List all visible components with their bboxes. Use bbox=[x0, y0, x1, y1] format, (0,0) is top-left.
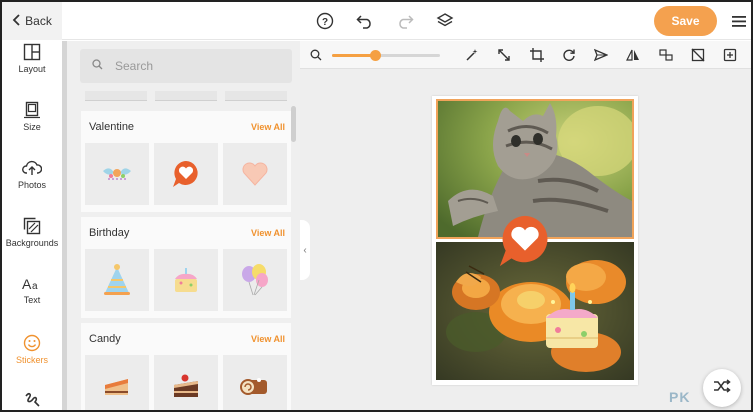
help-icon[interactable]: ? bbox=[312, 8, 338, 34]
sticker-panel: Valentine View All Birthday View All bbox=[62, 41, 300, 410]
rail-item-layout[interactable]: Layout bbox=[2, 43, 62, 74]
view-all-link[interactable]: View All bbox=[251, 228, 285, 238]
shuffle-icon bbox=[713, 378, 731, 399]
text-icon: Aa bbox=[22, 276, 42, 292]
candy-wings-sticker[interactable] bbox=[85, 143, 149, 205]
chocolate-cake-sticker[interactable] bbox=[154, 355, 218, 410]
search-input[interactable] bbox=[115, 59, 265, 73]
sticker-section-valentine: Valentine View All bbox=[81, 111, 291, 212]
placed-heart-sticker[interactable] bbox=[496, 212, 554, 275]
sticker-section-birthday: Birthday View All bbox=[81, 217, 291, 318]
back-label: Back bbox=[25, 14, 52, 28]
section-title: Birthday bbox=[89, 227, 130, 239]
rail-label: Text bbox=[23, 295, 41, 305]
top-bar: Back ? Save bbox=[2, 2, 751, 40]
panel-collapse-handle[interactable]: ‹ bbox=[300, 220, 310, 280]
cupcake-sticker[interactable] bbox=[154, 249, 218, 311]
layout-icon bbox=[23, 43, 41, 61]
zoom-icon bbox=[310, 48, 322, 66]
chevron-left-icon bbox=[12, 14, 21, 28]
watermark-logo: PK bbox=[669, 389, 691, 405]
photo-collage[interactable] bbox=[432, 96, 638, 385]
balloons-sticker[interactable] bbox=[223, 249, 287, 311]
swap-icon[interactable] bbox=[657, 46, 675, 64]
image-toolbar bbox=[300, 41, 751, 69]
party-hat-sticker[interactable] bbox=[85, 249, 149, 311]
svg-text:?: ? bbox=[322, 17, 328, 28]
save-button[interactable]: Save bbox=[654, 6, 717, 36]
view-all-link[interactable]: View All bbox=[251, 334, 285, 344]
history-controls: ? bbox=[312, 8, 458, 34]
send-icon[interactable] bbox=[592, 46, 610, 64]
menu-icon[interactable] bbox=[730, 11, 748, 31]
zoom-slider-handle[interactable] bbox=[370, 50, 382, 61]
backgrounds-icon bbox=[23, 217, 41, 235]
app-window: Back ? Save Layout Size Photos Backgroun… bbox=[0, 0, 753, 412]
panel-scrollbar[interactable] bbox=[291, 106, 296, 142]
size-icon bbox=[23, 101, 41, 119]
rail-item-draw[interactable] bbox=[2, 391, 62, 409]
upload-icon bbox=[22, 159, 42, 177]
heart-bubble-sticker[interactable] bbox=[154, 143, 218, 205]
rail-item-text[interactable]: Aa Text bbox=[2, 276, 62, 305]
rail-item-photos[interactable]: Photos bbox=[2, 159, 62, 190]
rail-item-size[interactable]: Size bbox=[2, 101, 62, 132]
pink-heart-sticker[interactable] bbox=[223, 143, 287, 205]
search-icon bbox=[92, 57, 103, 75]
back-button[interactable]: Back bbox=[2, 2, 62, 40]
redo-icon[interactable] bbox=[392, 8, 418, 34]
zoom-slider-fill bbox=[332, 54, 376, 57]
rail-label: Backgrounds bbox=[5, 238, 59, 248]
remove-bg-icon[interactable] bbox=[689, 46, 707, 64]
rotate-icon[interactable] bbox=[560, 46, 578, 64]
search-box[interactable] bbox=[80, 49, 292, 83]
draw-icon bbox=[23, 391, 41, 409]
layers-icon[interactable] bbox=[432, 8, 458, 34]
section-title: Candy bbox=[89, 333, 121, 345]
tool-rail: Layout Size Photos Backgrounds Aa Text S… bbox=[2, 41, 62, 410]
svg-text:A: A bbox=[22, 276, 32, 292]
crop-icon[interactable] bbox=[528, 46, 546, 64]
swiss-roll-sticker[interactable] bbox=[223, 355, 287, 410]
rail-label: Layout bbox=[18, 64, 46, 74]
rail-label: Stickers bbox=[15, 355, 48, 365]
rail-item-stickers[interactable]: Stickers bbox=[2, 334, 62, 365]
svg-text:a: a bbox=[32, 281, 38, 292]
add-icon[interactable] bbox=[721, 46, 739, 64]
sticker-icon bbox=[23, 334, 41, 352]
rail-label: Photos bbox=[17, 180, 47, 190]
flip-icon[interactable] bbox=[624, 46, 642, 64]
magic-wand-icon[interactable] bbox=[463, 46, 481, 64]
rail-label: Size bbox=[23, 122, 41, 132]
rail-item-backgrounds[interactable]: Backgrounds bbox=[2, 217, 62, 248]
resize-icon[interactable] bbox=[495, 46, 513, 64]
undo-icon[interactable] bbox=[352, 8, 378, 34]
previous-row-tiles bbox=[85, 91, 291, 101]
view-all-link[interactable]: View All bbox=[251, 122, 285, 132]
shuffle-button[interactable] bbox=[703, 369, 741, 407]
sticker-section-candy: Candy View All bbox=[81, 323, 291, 410]
cake-slice-sticker[interactable] bbox=[85, 355, 149, 410]
chevron-left-icon: ‹ bbox=[303, 244, 307, 256]
zoom-slider[interactable] bbox=[332, 50, 440, 61]
section-title: Valentine bbox=[89, 121, 135, 133]
